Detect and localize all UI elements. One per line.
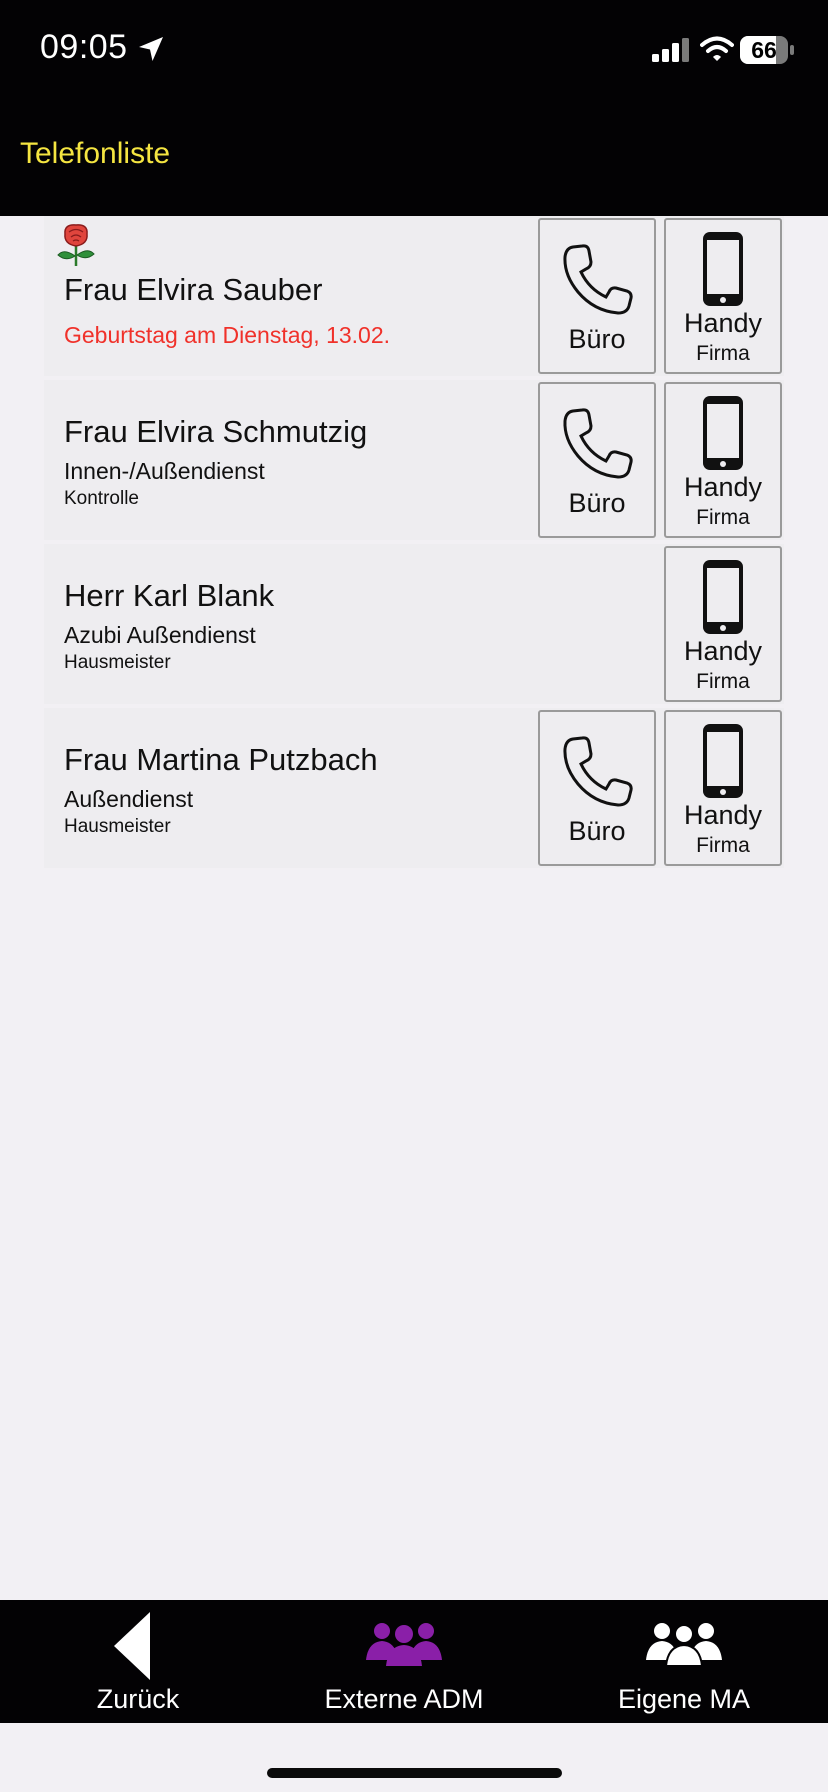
contact-department: Innen-/Außendienst bbox=[64, 458, 265, 484]
tab-bar: Zurück Externe ADM Eigene MA bbox=[0, 1600, 828, 1723]
contact-role: Hausmeister bbox=[64, 652, 171, 673]
call-mobile-sublabel: Firma bbox=[696, 670, 750, 693]
phone-icon bbox=[563, 244, 633, 315]
call-mobile-sublabel: Firma bbox=[696, 834, 750, 857]
call-mobile-label: Handy bbox=[683, 800, 763, 830]
call-mobile-sublabel: Firma bbox=[696, 506, 750, 529]
tab-eigene-ma-label: Eigene MA bbox=[617, 1684, 751, 1714]
contact-role: Kontrolle bbox=[64, 488, 139, 509]
call-office-label: Büro bbox=[568, 324, 626, 354]
contact-name: Frau Elvira Sauber bbox=[64, 272, 323, 307]
contact-name: Frau Martina Putzbach bbox=[64, 742, 378, 777]
status-bar: 09:05 66 bbox=[0, 0, 828, 96]
status-time: 09:05 bbox=[40, 28, 128, 66]
home-indicator-area bbox=[0, 1723, 828, 1792]
home-indicator[interactable] bbox=[267, 1768, 562, 1778]
phone-icon bbox=[563, 408, 633, 479]
tab-externe-adm[interactable]: Externe ADM bbox=[266, 1600, 542, 1723]
birthday-notice: Geburtstag am Dienstag, 13.02. bbox=[64, 322, 391, 348]
mobile-phone-icon bbox=[703, 232, 743, 306]
tab-back-label: Zurück bbox=[96, 1684, 180, 1714]
call-office-label: Büro bbox=[568, 488, 626, 518]
group-icon bbox=[366, 1623, 442, 1666]
call-office-button[interactable]: Büro bbox=[538, 710, 656, 866]
contact-department: Außendienst bbox=[64, 786, 194, 812]
location-arrow-icon bbox=[139, 37, 163, 61]
call-mobile-button[interactable]: Handy Firma bbox=[664, 218, 782, 374]
contact-row: Frau Elvira Schmutzig Innen-/Außendienst… bbox=[44, 380, 784, 540]
back-triangle-icon bbox=[114, 1612, 150, 1680]
phone-icon bbox=[563, 736, 633, 807]
mobile-phone-icon bbox=[703, 724, 743, 798]
contact-role: Hausmeister bbox=[64, 816, 171, 837]
mobile-phone-icon bbox=[703, 396, 743, 470]
call-mobile-button[interactable]: Handy Firma bbox=[664, 710, 782, 866]
call-office-button[interactable]: Büro bbox=[538, 382, 656, 538]
call-office-button[interactable]: Büro bbox=[538, 218, 656, 374]
contact-row: Herr Karl Blank Azubi Außendienst Hausme… bbox=[44, 544, 784, 704]
call-mobile-sublabel: Firma bbox=[696, 342, 750, 365]
signal-icon bbox=[652, 38, 689, 62]
contact-row: Frau Martina Putzbach Außendienst Hausme… bbox=[44, 708, 784, 868]
battery-level: 66 bbox=[751, 37, 777, 63]
rose-icon bbox=[57, 224, 95, 266]
call-mobile-button[interactable]: Handy Firma bbox=[664, 382, 782, 538]
call-mobile-label: Handy bbox=[683, 308, 763, 338]
group-icon bbox=[646, 1623, 722, 1666]
tab-back[interactable]: Zurück bbox=[0, 1600, 276, 1723]
call-mobile-label: Handy bbox=[683, 636, 763, 666]
contact-name: Herr Karl Blank bbox=[64, 578, 275, 613]
tab-eigene-ma[interactable]: Eigene MA bbox=[546, 1600, 822, 1723]
mobile-phone-icon bbox=[703, 560, 743, 634]
contact-name: Frau Elvira Schmutzig bbox=[64, 414, 368, 449]
wifi-icon bbox=[700, 36, 734, 61]
contact-row: Frau Elvira Sauber Geburtstag am Diensta… bbox=[44, 216, 784, 376]
tab-externe-adm-label: Externe ADM bbox=[324, 1684, 484, 1714]
call-mobile-label: Handy bbox=[683, 472, 763, 502]
page-title: Telefonliste bbox=[20, 137, 171, 170]
contact-department: Azubi Außendienst bbox=[64, 622, 256, 648]
call-mobile-button[interactable]: Handy Firma bbox=[664, 546, 782, 702]
navigation-bar: Telefonliste bbox=[0, 96, 828, 216]
call-office-label: Büro bbox=[568, 816, 626, 846]
